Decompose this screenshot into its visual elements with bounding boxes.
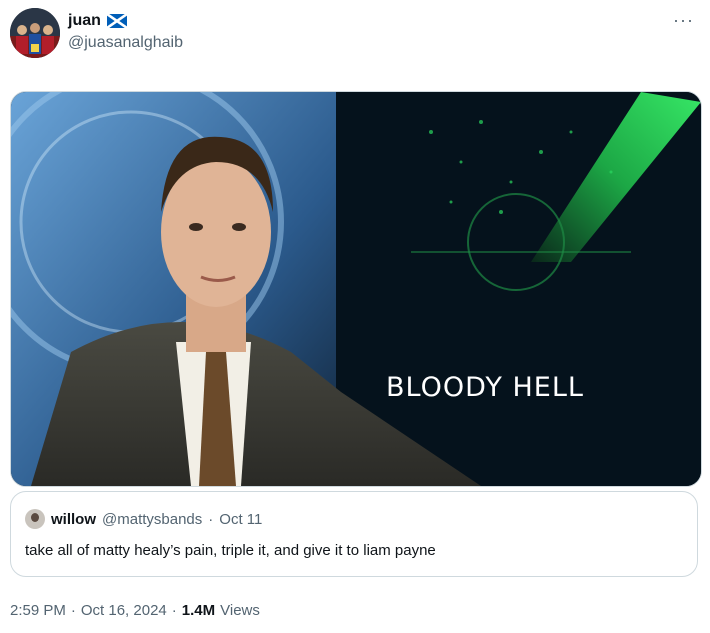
tweet-meta: 2:59 PM · Oct 16, 2024 · 1.4M Views	[10, 602, 260, 619]
scotland-flag-icon	[106, 12, 128, 30]
more-options-icon[interactable]: ···	[673, 10, 694, 31]
tweet-time[interactable]: 2:59 PM	[10, 602, 66, 619]
avatar[interactable]	[10, 8, 60, 58]
quoted-tweet[interactable]: willow @mattysbands · Oct 11 take all of…	[10, 491, 698, 577]
quote-avatar[interactable]	[25, 509, 45, 529]
display-name[interactable]: juan	[68, 12, 101, 30]
quote-separator: ·	[208, 510, 214, 528]
user-handle[interactable]: @juasanalghaib	[68, 34, 183, 52]
quote-display-name[interactable]: willow	[51, 511, 96, 528]
tweet-image[interactable]: BLOODY HELL	[10, 91, 702, 487]
views-label: Views	[220, 602, 260, 619]
meta-separator: ·	[70, 602, 76, 619]
meta-separator-2: ·	[171, 602, 177, 619]
views-count: 1.4M	[181, 602, 216, 619]
quote-handle[interactable]: @mattysbands	[102, 511, 202, 528]
quote-date[interactable]: Oct 11	[219, 511, 262, 528]
tweet-date[interactable]: Oct 16, 2024	[81, 602, 167, 619]
tweet-header: juan @juasanalghaib ···	[10, 8, 700, 64]
image-caption: BLOODY HELL	[386, 372, 584, 403]
quote-text: take all of matty healy’s pain, triple i…	[25, 542, 436, 559]
